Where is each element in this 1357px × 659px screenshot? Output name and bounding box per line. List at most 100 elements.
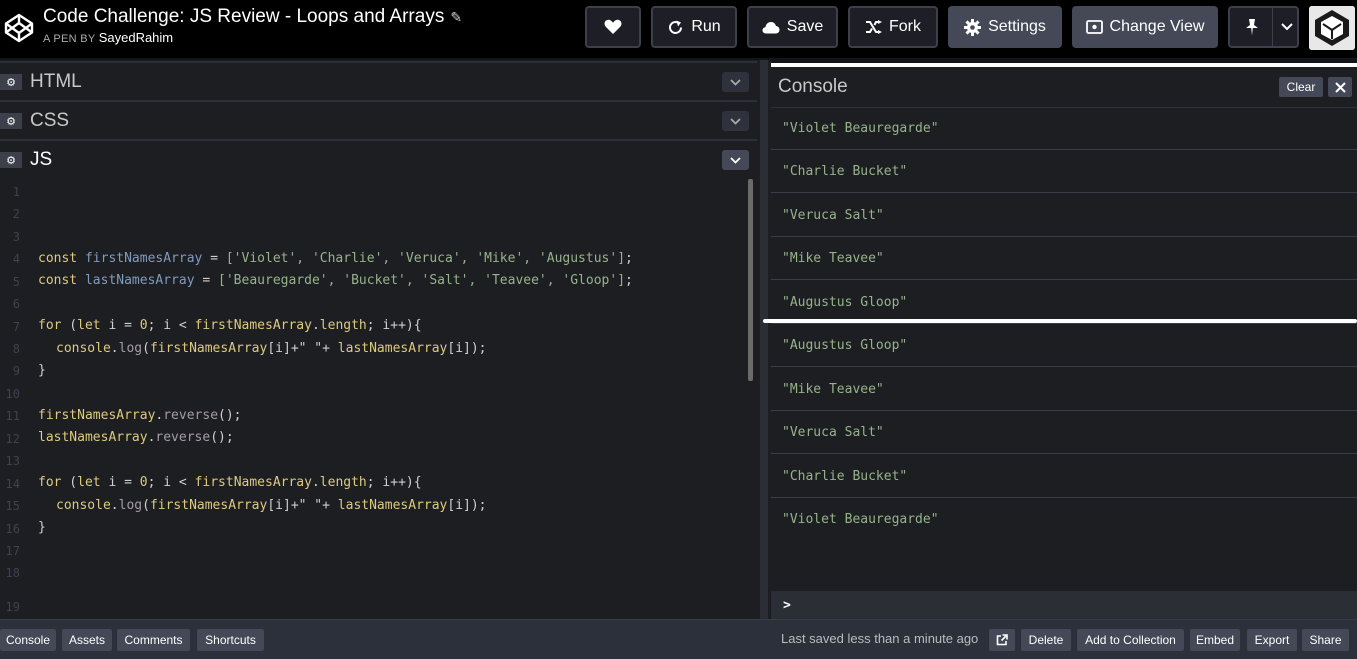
css-editor-header[interactable]: ⚙ CSS <box>0 100 757 138</box>
console-panel: Console Clear "Violet Beauregarde" "Char… <box>771 63 1357 623</box>
pen-title[interactable]: Code Challenge: JS Review - Loops and Ar… <box>43 6 462 28</box>
html-collapse-chevron-icon[interactable] <box>722 72 749 92</box>
line-number: 7 <box>12 320 20 334</box>
console-toggle-button[interactable]: Console <box>0 629 56 651</box>
line-number: 2 <box>12 207 20 221</box>
console-log-entry: "Violet Beauregarde" <box>771 107 1357 150</box>
line-number: 15 <box>5 499 20 513</box>
line-number: 5 <box>12 275 20 289</box>
code-line-15: } <box>38 520 46 535</box>
add-to-collection-button[interactable]: Add to Collection <box>1077 629 1184 651</box>
console-log-entry: "Veruca Salt" <box>771 194 1357 237</box>
console-log-entry: "Violet Beauregarde" <box>782 512 939 527</box>
view-icon <box>1085 20 1103 34</box>
js-settings-gear-icon[interactable]: ⚙ <box>0 152 22 168</box>
css-settings-gear-icon[interactable]: ⚙ <box>0 113 22 129</box>
console-log-entry: "Mike Teavee" <box>771 237 1357 280</box>
line-number: 11 <box>5 409 20 423</box>
pin-menu-button[interactable] <box>1228 6 1299 48</box>
console-close-button[interactable] <box>1328 77 1352 97</box>
byline-prefix: A PEN BY <box>43 33 96 45</box>
css-collapse-chevron-icon[interactable] <box>722 111 749 131</box>
external-link-icon <box>996 634 1008 646</box>
run-button[interactable]: Run <box>651 6 737 48</box>
line-number: 16 <box>5 522 20 536</box>
code-line-13: for (let i = 0; i < firstNamesArray.leng… <box>38 475 422 490</box>
js-editor-header[interactable]: ⚙ JS <box>0 139 757 177</box>
line-number: 18 <box>5 566 20 580</box>
line-number: 12 <box>5 432 20 446</box>
assets-button[interactable]: Assets <box>62 629 112 651</box>
html-settings-gear-icon[interactable]: ⚙ <box>0 74 22 90</box>
save-button[interactable]: Save <box>747 6 838 48</box>
line-number: 8 <box>12 342 20 356</box>
embed-button[interactable]: Embed <box>1190 629 1240 651</box>
fork-button[interactable]: Fork <box>848 6 938 48</box>
line-number: 13 <box>5 454 20 468</box>
code-line-8: } <box>38 363 46 378</box>
console-log-entry: "Augustus Gloop" <box>771 324 1357 367</box>
refresh-icon <box>669 20 683 34</box>
save-label: Save <box>786 18 824 35</box>
code-line-3: const firstNamesArray = ['Violet', 'Char… <box>38 251 633 266</box>
console-log-entry: "Charlie Bucket" <box>771 455 1357 498</box>
code-line-4: const lastNamesArray = ['Beauregarde', '… <box>38 273 633 288</box>
heart-button[interactable] <box>585 6 641 48</box>
user-avatar[interactable] <box>1309 6 1355 50</box>
cloud-icon <box>762 21 780 33</box>
code-line-7: console.log(firstNamesArray[i]+" "+ last… <box>56 341 487 356</box>
line-number: 10 <box>5 387 20 401</box>
code-line-6: for (let i = 0; i < firstNamesArray.leng… <box>38 318 422 333</box>
panel-resize-handle[interactable] <box>757 60 771 619</box>
html-editor-label: HTML <box>30 71 82 92</box>
console-log-entry: "Veruca Salt" <box>771 411 1357 454</box>
settings-button[interactable]: Settings <box>948 6 1062 48</box>
console-log-entry: "Mike Teavee" <box>771 368 1357 411</box>
console-separator-line <box>763 319 1357 323</box>
js-editor-label: JS <box>30 149 53 170</box>
code-line-10: firstNamesArray.reverse(); <box>38 408 242 423</box>
js-code-editor[interactable]: 1 2 3 const firstNamesArray = ['Violet',… <box>0 178 757 619</box>
console-header: Console Clear <box>771 67 1357 108</box>
open-external-button[interactable] <box>989 629 1015 651</box>
chevron-down-icon <box>1281 23 1293 31</box>
close-icon <box>1334 81 1346 93</box>
export-button[interactable]: Export <box>1247 629 1297 651</box>
avatar-image <box>1309 6 1355 50</box>
console-log-entry: "Augustus Gloop" <box>771 281 1357 324</box>
line-number: 3 <box>12 230 20 244</box>
css-editor-label: CSS <box>30 110 70 131</box>
console-clear-button[interactable]: Clear <box>1279 77 1323 97</box>
gear-icon <box>964 18 982 36</box>
fork-label: Fork <box>889 18 921 35</box>
html-editor-header[interactable]: ⚙ HTML <box>0 61 757 99</box>
line-number: 17 <box>5 544 20 558</box>
console-log-entry: "Charlie Bucket" <box>771 150 1357 193</box>
header-bar: Code Challenge: JS Review - Loops and Ar… <box>0 0 1357 58</box>
pin-icon <box>1246 19 1258 36</box>
line-number: 6 <box>12 297 20 311</box>
comments-button[interactable]: Comments <box>117 629 190 651</box>
js-collapse-chevron-icon[interactable] <box>722 150 749 170</box>
last-saved-status: Last saved less than a minute ago <box>781 631 979 646</box>
console-prompt-symbol: > <box>783 598 791 613</box>
console-title: Console <box>778 76 848 97</box>
change-view-label: Change View <box>1109 18 1205 35</box>
author-link[interactable]: SayedRahim <box>99 30 173 45</box>
settings-label: Settings <box>988 18 1046 35</box>
code-editor-scrollbar[interactable] <box>748 179 753 381</box>
change-view-button[interactable]: Change View <box>1072 6 1218 48</box>
fork-icon <box>866 19 882 34</box>
pencil-edit-icon[interactable]: ✎ <box>450 9 462 26</box>
shortcuts-button[interactable]: Shortcuts <box>197 629 264 651</box>
codepen-logo-icon[interactable] <box>3 12 35 44</box>
code-line-11: lastNamesArray.reverse(); <box>38 430 234 445</box>
line-number: 4 <box>12 252 20 266</box>
line-number: 9 <box>12 364 20 378</box>
share-button[interactable]: Share <box>1302 629 1349 651</box>
pen-title-text: Code Challenge: JS Review - Loops and Ar… <box>43 6 445 27</box>
code-line-14: console.log(firstNamesArray[i]+" "+ last… <box>56 498 487 513</box>
delete-button[interactable]: Delete <box>1021 629 1071 651</box>
line-number: 14 <box>5 477 20 491</box>
line-number: 19 <box>5 600 20 614</box>
